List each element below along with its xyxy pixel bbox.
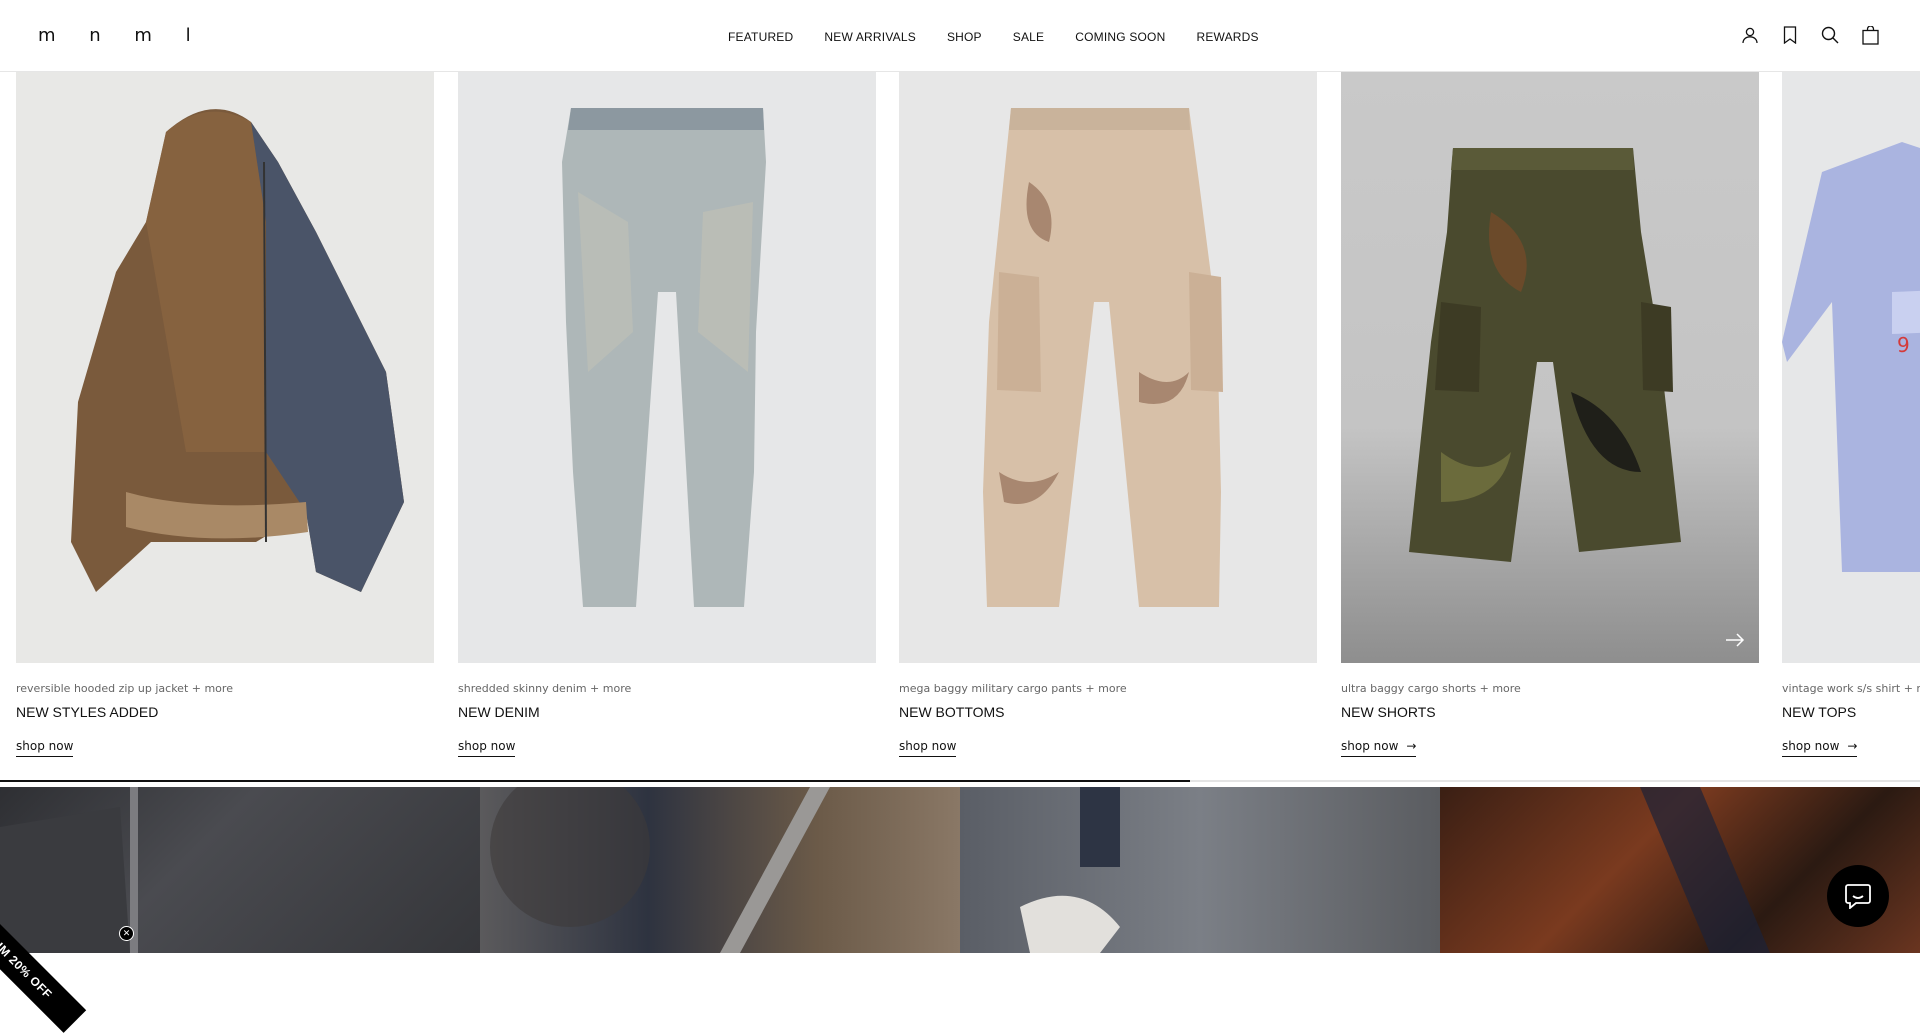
header-icons <box>1740 24 1880 46</box>
arrow-right-icon: → <box>1406 739 1417 753</box>
card-subtitle: mega baggy military cargo pants + more <box>899 682 1127 695</box>
product-image-denim[interactable] <box>458 72 876 663</box>
collection-card-new-tops[interactable]: 9 vintage work s/s shirt + more NEW TOPS… <box>1782 72 1920 757</box>
shop-now-link[interactable]: shop now <box>16 739 74 757</box>
carousel-progress-bar[interactable] <box>0 780 1920 782</box>
product-image-cargo-pants[interactable] <box>899 72 1317 663</box>
editorial-image-strip <box>0 787 1920 953</box>
product-image-jacket[interactable] <box>16 72 434 663</box>
arrow-right-icon[interactable] <box>1725 633 1745 647</box>
shop-now-link[interactable]: shop now <box>899 739 957 757</box>
card-subtitle: reversible hooded zip up jacket + more <box>16 682 233 695</box>
chat-button[interactable] <box>1827 865 1889 927</box>
collection-card-new-denim[interactable]: shredded skinny denim + more NEW DENIM s… <box>458 72 876 757</box>
card-subtitle: vintage work s/s shirt + more <box>1782 682 1920 695</box>
product-image-work-shirt[interactable]: 9 <box>1782 72 1920 663</box>
nav-featured[interactable]: FEATURED <box>728 30 793 44</box>
editorial-image-jeans-fly[interactable] <box>960 787 1440 953</box>
collection-carousel[interactable]: reversible hooded zip up jacket + more N… <box>0 72 1920 784</box>
search-icon[interactable] <box>1820 24 1840 46</box>
bag-icon[interactable] <box>1860 24 1880 46</box>
collection-card-new-bottoms[interactable]: mega baggy military cargo pants + more N… <box>899 72 1317 757</box>
nav-rewards[interactable]: REWARDS <box>1196 30 1258 44</box>
account-icon[interactable] <box>1740 24 1760 46</box>
product-image-cargo-shorts[interactable] <box>1341 72 1759 663</box>
card-subtitle: ultra baggy cargo shorts + more <box>1341 682 1521 695</box>
brand-logo[interactable]: m n m l <box>38 25 205 46</box>
shop-now-link[interactable]: shop now → <box>1341 739 1417 757</box>
arrow-right-icon: → <box>1847 739 1858 753</box>
nav-new-arrivals[interactable]: NEW ARRIVALS <box>824 30 916 44</box>
shop-now-link[interactable]: shop now → <box>1782 739 1858 757</box>
editorial-image-denim-jacket[interactable] <box>0 787 480 953</box>
nav-coming-soon[interactable]: COMING SOON <box>1075 30 1165 44</box>
card-title: NEW DENIM <box>458 704 540 720</box>
svg-text:9: 9 <box>1897 333 1910 357</box>
card-subtitle: shredded skinny denim + more <box>458 682 632 695</box>
nav-shop[interactable]: SHOP <box>947 30 982 44</box>
nav-sale[interactable]: SALE <box>1013 30 1045 44</box>
card-title: NEW SHORTS <box>1341 704 1436 720</box>
card-title: NEW STYLES ADDED <box>16 704 159 720</box>
wishlist-icon[interactable] <box>1780 24 1800 46</box>
main-nav: FEATURED NEW ARRIVALS SHOP SALE COMING S… <box>728 30 1290 44</box>
card-title: NEW TOPS <box>1782 704 1857 720</box>
carousel-progress-fill <box>0 780 1191 782</box>
editorial-image-camo-zip[interactable] <box>480 787 960 953</box>
chat-icon <box>1845 884 1871 909</box>
card-title: NEW BOTTOMS <box>899 704 1005 720</box>
site-header: m n m l FEATURED NEW ARRIVALS SHOP SALE … <box>0 0 1920 72</box>
close-icon[interactable]: ✕ <box>119 926 134 941</box>
shop-now-link[interactable]: shop now <box>458 739 516 757</box>
collection-card-new-shorts[interactable]: ultra baggy cargo shorts + more NEW SHOR… <box>1341 72 1759 757</box>
collection-card-new-styles[interactable]: reversible hooded zip up jacket + more N… <box>16 72 434 757</box>
